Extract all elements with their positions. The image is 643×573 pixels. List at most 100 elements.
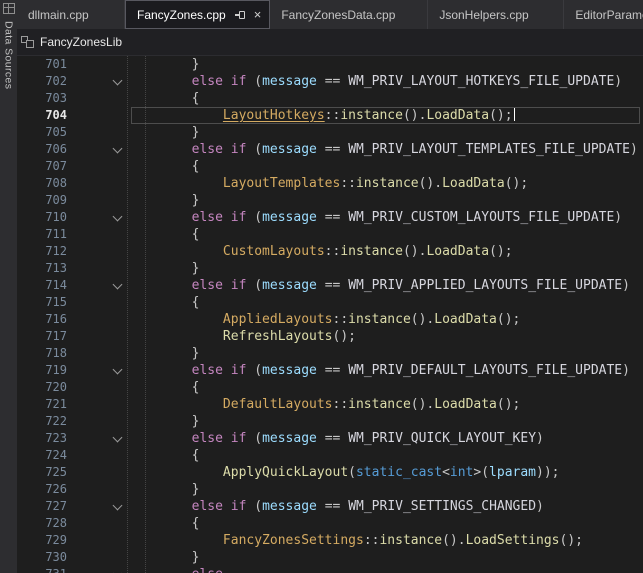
code-text[interactable]: { — [127, 90, 643, 107]
fold-collapse-icon[interactable] — [112, 143, 122, 153]
code-text[interactable]: } — [127, 413, 643, 430]
code-text[interactable]: } — [127, 56, 643, 73]
code-text[interactable]: } — [127, 549, 643, 566]
line-number[interactable]: 731 — [17, 566, 75, 573]
tab-fancyzonesdata-cpp[interactable]: FancyZonesData.cpp — [270, 0, 428, 29]
code-text[interactable]: { — [127, 515, 643, 532]
line-number[interactable]: 717 — [17, 328, 75, 345]
tab-label: EditorParameters.cpp — [575, 8, 643, 22]
fold-collapse-icon[interactable] — [112, 279, 122, 289]
line-number[interactable]: 722 — [17, 413, 75, 430]
line-number[interactable]: 706 — [17, 141, 75, 158]
line-number[interactable]: 719 — [17, 362, 75, 379]
code-text[interactable]: else if (message == WM_PRIV_QUICK_LAYOUT… — [127, 430, 643, 447]
code-text[interactable]: } — [127, 345, 643, 362]
line-number[interactable]: 725 — [17, 464, 75, 481]
line-number[interactable]: 713 — [17, 260, 75, 277]
fold-margin — [107, 481, 127, 498]
code-line-712: 712 CustomLayouts::instance().LoadData()… — [17, 243, 643, 260]
code-text[interactable]: { — [127, 226, 643, 243]
code-text[interactable]: } — [127, 481, 643, 498]
code-text[interactable]: { — [127, 158, 643, 175]
code-line-722: 722 } — [17, 413, 643, 430]
text-caret — [514, 108, 516, 121]
code-text[interactable]: } — [127, 124, 643, 141]
code-text[interactable]: else if (message == WM_PRIV_APPLIED_LAYO… — [127, 277, 643, 294]
line-number[interactable]: 724 — [17, 447, 75, 464]
code-text[interactable]: AppliedLayouts::instance().LoadData(); — [127, 311, 643, 328]
tool-tab-data-sources[interactable]: Data Sources — [3, 21, 15, 89]
fold-collapse-icon[interactable] — [112, 75, 122, 85]
line-number[interactable]: 711 — [17, 226, 75, 243]
line-number[interactable]: 721 — [17, 396, 75, 413]
code-line-727: 727 else if (message == WM_PRIV_SETTINGS… — [17, 498, 643, 515]
tab-editorparameters-cpp[interactable]: EditorParameters.cpp — [564, 0, 643, 29]
code-text[interactable]: else if (message == WM_PRIV_LAYOUT_HOTKE… — [127, 73, 643, 90]
code-text[interactable]: FancyZonesSettings::instance().LoadSetti… — [127, 532, 643, 549]
code-text[interactable]: } — [127, 192, 643, 209]
line-number[interactable]: 723 — [17, 430, 75, 447]
code-text[interactable]: else if (message == WM_PRIV_CUSTOM_LAYOU… — [127, 209, 643, 226]
fold-collapse-icon[interactable] — [112, 500, 122, 510]
code-text[interactable]: else if (message == WM_PRIV_SETTINGS_CHA… — [127, 498, 643, 515]
selection-margin — [75, 328, 107, 345]
tab-fancyzones-cpp[interactable]: FancyZones.cpp× — [125, 0, 270, 29]
navigation-bar: FancyZonesLib — [17, 29, 643, 56]
line-number[interactable]: 716 — [17, 311, 75, 328]
line-number[interactable]: 715 — [17, 294, 75, 311]
pin-icon[interactable] — [235, 11, 245, 19]
selection-margin — [75, 549, 107, 566]
fold-collapse-icon[interactable] — [112, 211, 122, 221]
line-number[interactable]: 728 — [17, 515, 75, 532]
code-text[interactable]: else — [127, 566, 643, 573]
line-number[interactable]: 730 — [17, 549, 75, 566]
fold-margin — [107, 532, 127, 549]
line-number[interactable]: 707 — [17, 158, 75, 175]
fold-margin — [107, 209, 127, 226]
selection-margin — [75, 175, 107, 192]
line-number[interactable]: 727 — [17, 498, 75, 515]
line-number[interactable]: 710 — [17, 209, 75, 226]
line-number[interactable]: 705 — [17, 124, 75, 141]
line-number[interactable]: 709 — [17, 192, 75, 209]
line-number[interactable]: 701 — [17, 56, 75, 73]
fold-margin — [107, 294, 127, 311]
line-number[interactable]: 712 — [17, 243, 75, 260]
code-line-708: 708 LayoutTemplates::instance().LoadData… — [17, 175, 643, 192]
fold-collapse-icon[interactable] — [112, 432, 122, 442]
code-text[interactable]: else if (message == WM_PRIV_DEFAULT_LAYO… — [127, 362, 643, 379]
line-number[interactable]: 703 — [17, 90, 75, 107]
code-text[interactable]: { — [127, 294, 643, 311]
fold-margin — [107, 362, 127, 379]
fold-collapse-icon[interactable] — [112, 568, 122, 573]
line-number[interactable]: 708 — [17, 175, 75, 192]
fold-margin — [107, 124, 127, 141]
code-text[interactable]: } — [127, 260, 643, 277]
line-number[interactable]: 704 — [17, 107, 75, 124]
tab-jsonhelpers-cpp[interactable]: JsonHelpers.cpp — [428, 0, 564, 29]
line-number[interactable]: 729 — [17, 532, 75, 549]
code-text[interactable]: { — [127, 379, 643, 396]
code-text[interactable]: LayoutHotkeys::instance().LoadData(); — [127, 107, 643, 124]
code-text[interactable]: DefaultLayouts::instance().LoadData(); — [127, 396, 643, 413]
code-text[interactable]: LayoutTemplates::instance().LoadData(); — [127, 175, 643, 192]
line-number[interactable]: 720 — [17, 379, 75, 396]
code-text[interactable]: CustomLayouts::instance().LoadData(); — [127, 243, 643, 260]
tab-dllmain-cpp[interactable]: dllmain.cpp — [17, 0, 125, 29]
line-number[interactable]: 702 — [17, 73, 75, 90]
code-text[interactable]: ApplyQuickLayout(static_cast<int>(lparam… — [127, 464, 643, 481]
code-line-710: 710 else if (message == WM_PRIV_CUSTOM_L… — [17, 209, 643, 226]
fold-margin — [107, 141, 127, 158]
vs-window: Data Sources dllmain.cppFancyZones.cpp×F… — [0, 0, 643, 573]
line-number[interactable]: 726 — [17, 481, 75, 498]
fold-collapse-icon[interactable] — [112, 364, 122, 374]
line-number[interactable]: 714 — [17, 277, 75, 294]
code-text[interactable]: else if (message == WM_PRIV_LAYOUT_TEMPL… — [127, 141, 643, 158]
code-line-724: 724 { — [17, 447, 643, 464]
close-icon[interactable]: × — [254, 8, 262, 21]
project-dropdown[interactable]: FancyZonesLib — [40, 35, 122, 49]
code-text[interactable]: RefreshLayouts(); — [127, 328, 643, 345]
code-line-714: 714 else if (message == WM_PRIV_APPLIED_… — [17, 277, 643, 294]
code-text[interactable]: { — [127, 447, 643, 464]
line-number[interactable]: 718 — [17, 345, 75, 362]
